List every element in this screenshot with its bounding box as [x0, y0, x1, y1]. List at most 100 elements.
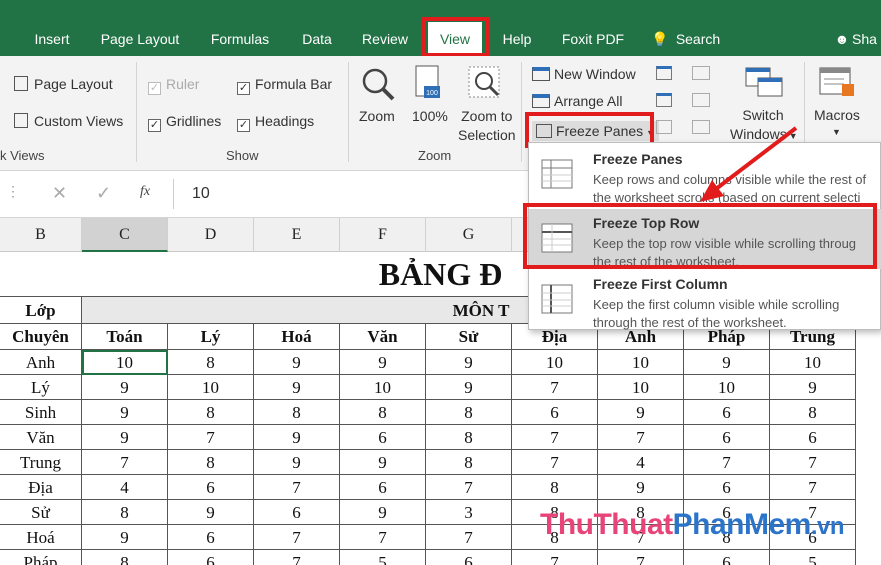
tab-foxit-pdf[interactable]: Foxit PDF	[556, 22, 630, 56]
cancel-icon[interactable]: ✕	[52, 183, 67, 204]
tab-insert[interactable]: Insert	[22, 22, 82, 56]
column-header-d[interactable]: D	[168, 218, 254, 252]
table-cell[interactable]: 6	[426, 550, 512, 565]
search-box[interactable]: Search	[674, 22, 722, 56]
table-cell[interactable]: 7	[254, 525, 340, 550]
row-label[interactable]: Sinh	[0, 400, 82, 425]
selected-cell[interactable]: 10	[82, 350, 168, 375]
gridlines-checkbox[interactable]: ✓ Gridlines	[148, 113, 221, 132]
table-cell[interactable]: 9	[598, 400, 684, 425]
row-label[interactable]: Văn	[0, 425, 82, 450]
table-cell[interactable]: 8	[512, 475, 598, 500]
tab-review[interactable]: Review	[355, 22, 415, 56]
table-cell[interactable]: 6	[254, 500, 340, 525]
table-cell[interactable]: 6	[684, 550, 770, 565]
hide-icon[interactable]	[656, 93, 672, 107]
table-cell[interactable]: 8	[340, 400, 426, 425]
table-cell[interactable]: 9	[254, 425, 340, 450]
page-layout-view-button[interactable]: Page Layout	[14, 76, 113, 92]
table-cell[interactable]: 8	[82, 500, 168, 525]
enter-icon[interactable]: ✓	[96, 183, 111, 204]
tab-formulas[interactable]: Formulas	[200, 22, 280, 56]
table-cell[interactable]: 5	[770, 550, 856, 565]
insert-function-button[interactable]: fx	[140, 184, 150, 200]
table-cell[interactable]: 10	[512, 350, 598, 375]
table-cell[interactable]: 7	[82, 450, 168, 475]
zoom-button[interactable]: Zoom	[359, 108, 395, 124]
table-cell[interactable]: 9	[168, 500, 254, 525]
table-cell[interactable]: 8	[770, 400, 856, 425]
synchronous-scrolling-icon[interactable]	[692, 93, 710, 107]
table-cell[interactable]: 7	[426, 525, 512, 550]
table-cell[interactable]: 6	[684, 475, 770, 500]
table-cell[interactable]: 7	[770, 450, 856, 475]
table-cell[interactable]: 9	[770, 375, 856, 400]
row-label[interactable]: Trung	[0, 450, 82, 475]
table-cell[interactable]: 8	[168, 400, 254, 425]
table-cell[interactable]: 9	[340, 350, 426, 375]
table-cell[interactable]: 9	[340, 450, 426, 475]
row-label[interactable]: Lý	[0, 375, 82, 400]
table-cell[interactable]: 5	[340, 550, 426, 565]
table-cell[interactable]: 7	[770, 475, 856, 500]
column-header-f[interactable]: F	[340, 218, 426, 252]
table-cell[interactable]: 10	[598, 375, 684, 400]
share-button[interactable]: Sha	[852, 22, 881, 56]
table-cell[interactable]: 10	[684, 375, 770, 400]
table-cell[interactable]: 9	[82, 400, 168, 425]
table-cell[interactable]: 6	[684, 400, 770, 425]
table-cell[interactable]: 9	[426, 350, 512, 375]
zoom-to-selection-button[interactable]: Zoom to Selection	[458, 107, 516, 145]
table-cell[interactable]: 9	[254, 375, 340, 400]
row-label[interactable]: Sử	[0, 500, 82, 525]
table-cell[interactable]: 7	[512, 425, 598, 450]
zoom-100-button[interactable]: 100%	[412, 108, 448, 124]
table-cell[interactable]: 7	[512, 550, 598, 565]
table-cell[interactable]: 10	[770, 350, 856, 375]
table-cell[interactable]: 3	[426, 500, 512, 525]
table-cell[interactable]: 9	[82, 375, 168, 400]
table-cell[interactable]: 7	[598, 550, 684, 565]
table-cell[interactable]: 7	[512, 375, 598, 400]
table-cell[interactable]: 6	[168, 550, 254, 565]
macros-button[interactable]: Macros	[814, 107, 860, 123]
table-cell[interactable]: 6	[168, 475, 254, 500]
table-cell[interactable]: 7	[168, 425, 254, 450]
table-cell[interactable]: 8	[426, 400, 512, 425]
table-cell[interactable]: 9	[254, 450, 340, 475]
table-cell[interactable]: 4	[598, 450, 684, 475]
menu-item-freeze-first-column[interactable]: Freeze First Column Keep the first colum…	[529, 270, 881, 330]
table-cell[interactable]: 9	[426, 375, 512, 400]
table-cell[interactable]: 8	[426, 450, 512, 475]
tab-page-layout[interactable]: Page Layout	[95, 22, 185, 56]
split-icon[interactable]	[656, 66, 672, 80]
table-cell[interactable]: 6	[340, 475, 426, 500]
table-cell[interactable]: 8	[168, 350, 254, 375]
table-cell[interactable]: 10	[168, 375, 254, 400]
custom-views-button[interactable]: Custom Views	[14, 113, 123, 129]
table-cell[interactable]: 9	[82, 525, 168, 550]
table-cell[interactable]: 4	[82, 475, 168, 500]
table-cell[interactable]: 6	[770, 425, 856, 450]
table-cell[interactable]: 8	[426, 425, 512, 450]
table-cell[interactable]: 7	[598, 425, 684, 450]
column-header-e[interactable]: E	[254, 218, 340, 252]
tab-data[interactable]: Data	[292, 22, 342, 56]
table-cell[interactable]: 10	[598, 350, 684, 375]
table-cell[interactable]: 10	[340, 375, 426, 400]
tab-help[interactable]: Help	[494, 22, 540, 56]
table-cell[interactable]: 8	[82, 550, 168, 565]
view-side-by-side-icon[interactable]	[692, 66, 710, 80]
table-cell[interactable]: 6	[684, 425, 770, 450]
unhide-icon[interactable]	[656, 120, 672, 134]
column-header-b[interactable]: B	[0, 218, 82, 252]
row-label[interactable]: Địa	[0, 475, 82, 500]
table-cell[interactable]: 7	[254, 550, 340, 565]
row-label[interactable]: Hoá	[0, 525, 82, 550]
row-label[interactable]: Pháp	[0, 550, 82, 565]
table-cell[interactable]: 7	[254, 475, 340, 500]
table-cell[interactable]: 6	[340, 425, 426, 450]
headings-checkbox[interactable]: ✓ Headings	[237, 113, 314, 132]
table-cell[interactable]: 9	[598, 475, 684, 500]
ruler-checkbox[interactable]: ✓ Ruler	[148, 76, 199, 95]
